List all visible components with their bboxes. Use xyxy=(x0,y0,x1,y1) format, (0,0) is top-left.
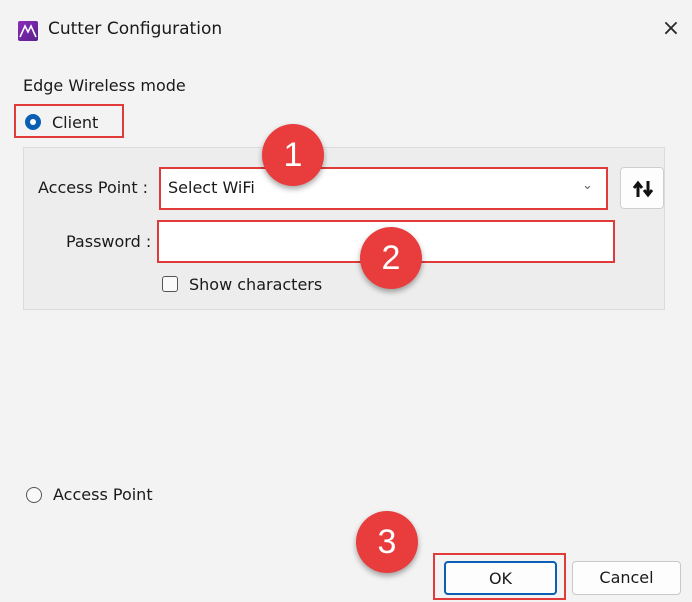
wireless-mode-label: Edge Wireless mode xyxy=(23,76,186,95)
refresh-arrows-icon xyxy=(632,180,654,198)
step-2-badge: 2 xyxy=(360,227,422,289)
step-1-badge: 1 xyxy=(262,124,324,186)
ok-button[interactable]: OK xyxy=(444,561,557,595)
access-point-select-value[interactable]: Select WiFi xyxy=(168,178,255,197)
refresh-button[interactable] xyxy=(620,167,664,209)
access-point-radio-label[interactable]: Access Point xyxy=(53,485,153,504)
password-field-label: Password : xyxy=(66,232,152,251)
access-point-field-label: Access Point : xyxy=(38,178,149,197)
client-radio-label[interactable]: Client xyxy=(52,113,98,132)
close-button[interactable]: × xyxy=(660,16,682,42)
chevron-down-icon[interactable]: ⌄ xyxy=(582,178,593,193)
client-radio[interactable] xyxy=(25,114,41,130)
show-characters-label[interactable]: Show characters xyxy=(189,275,322,294)
app-logo-icon xyxy=(18,21,38,41)
step-3-badge: 3 xyxy=(356,511,418,573)
access-point-radio[interactable] xyxy=(26,487,42,503)
window-title: Cutter Configuration xyxy=(48,19,223,39)
show-characters-checkbox[interactable] xyxy=(162,276,178,292)
cancel-button[interactable]: Cancel xyxy=(572,561,681,595)
